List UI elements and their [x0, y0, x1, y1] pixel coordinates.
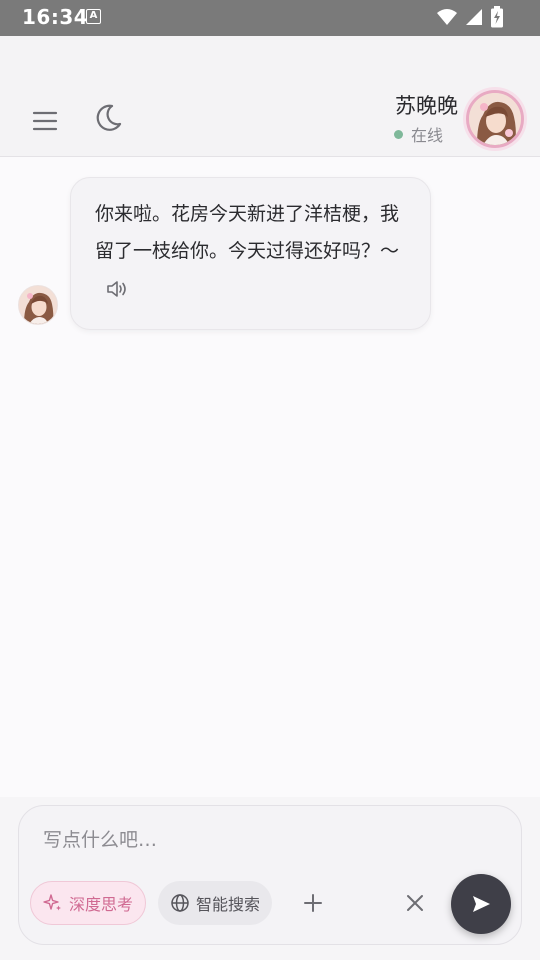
avatar-portrait-icon: [19, 286, 57, 324]
status-time: 16:34: [22, 5, 89, 29]
online-dot: [393, 129, 403, 139]
chat-screen: 16:34 A 苏晚晚 在线 你来啦。花房今天新进了洋桔梗，我留了一枝给你。今天…: [0, 0, 540, 960]
menu-icon[interactable]: [28, 104, 62, 138]
message-bubble[interactable]: 你来啦。花房今天新进了洋桔梗，我留了一枝给你。今天过得还好吗？～: [70, 177, 431, 330]
contact-name: 苏晚晚: [395, 94, 458, 118]
contact-status: 在线: [393, 122, 443, 146]
status-bar: 16:34 A: [0, 0, 540, 36]
notification-a-icon: A: [86, 9, 101, 24]
web-search-label: 智能搜索: [196, 895, 261, 914]
speaker-icon[interactable]: [105, 279, 129, 299]
moon-icon[interactable]: [90, 100, 126, 136]
message-list[interactable]: 你来啦。花房今天新进了洋桔梗，我留了一枝给你。今天过得还好吗？～: [0, 157, 540, 797]
signal-icon: [466, 9, 482, 25]
contact-avatar[interactable]: [466, 90, 524, 148]
avatar-portrait-icon: [469, 93, 521, 145]
close-icon[interactable]: [403, 891, 427, 915]
send-icon: [473, 896, 490, 912]
globe-icon: [171, 894, 189, 912]
status-icons: [436, 6, 504, 28]
battery-icon: [491, 6, 503, 28]
sparkle-icon: [43, 894, 61, 911]
message-text: 你来啦。花房今天新进了洋桔梗，我留了一枝给你。今天过得还好吗？～: [95, 203, 400, 262]
plus-icon[interactable]: [299, 889, 327, 917]
message-input[interactable]: [41, 828, 485, 852]
message-avatar[interactable]: [18, 285, 58, 325]
chat-header: 苏晚晚 在线: [0, 36, 540, 157]
send-button[interactable]: [451, 874, 511, 934]
deep-think-toggle[interactable]: 深度思考: [30, 881, 147, 925]
message-composer: 深度思考 智能搜索: [18, 805, 522, 945]
contact-status-label: 在线: [410, 126, 443, 145]
wifi-icon: [437, 9, 457, 25]
deep-think-label: 深度思考: [69, 895, 134, 914]
web-search-toggle[interactable]: 智能搜索: [158, 881, 273, 925]
